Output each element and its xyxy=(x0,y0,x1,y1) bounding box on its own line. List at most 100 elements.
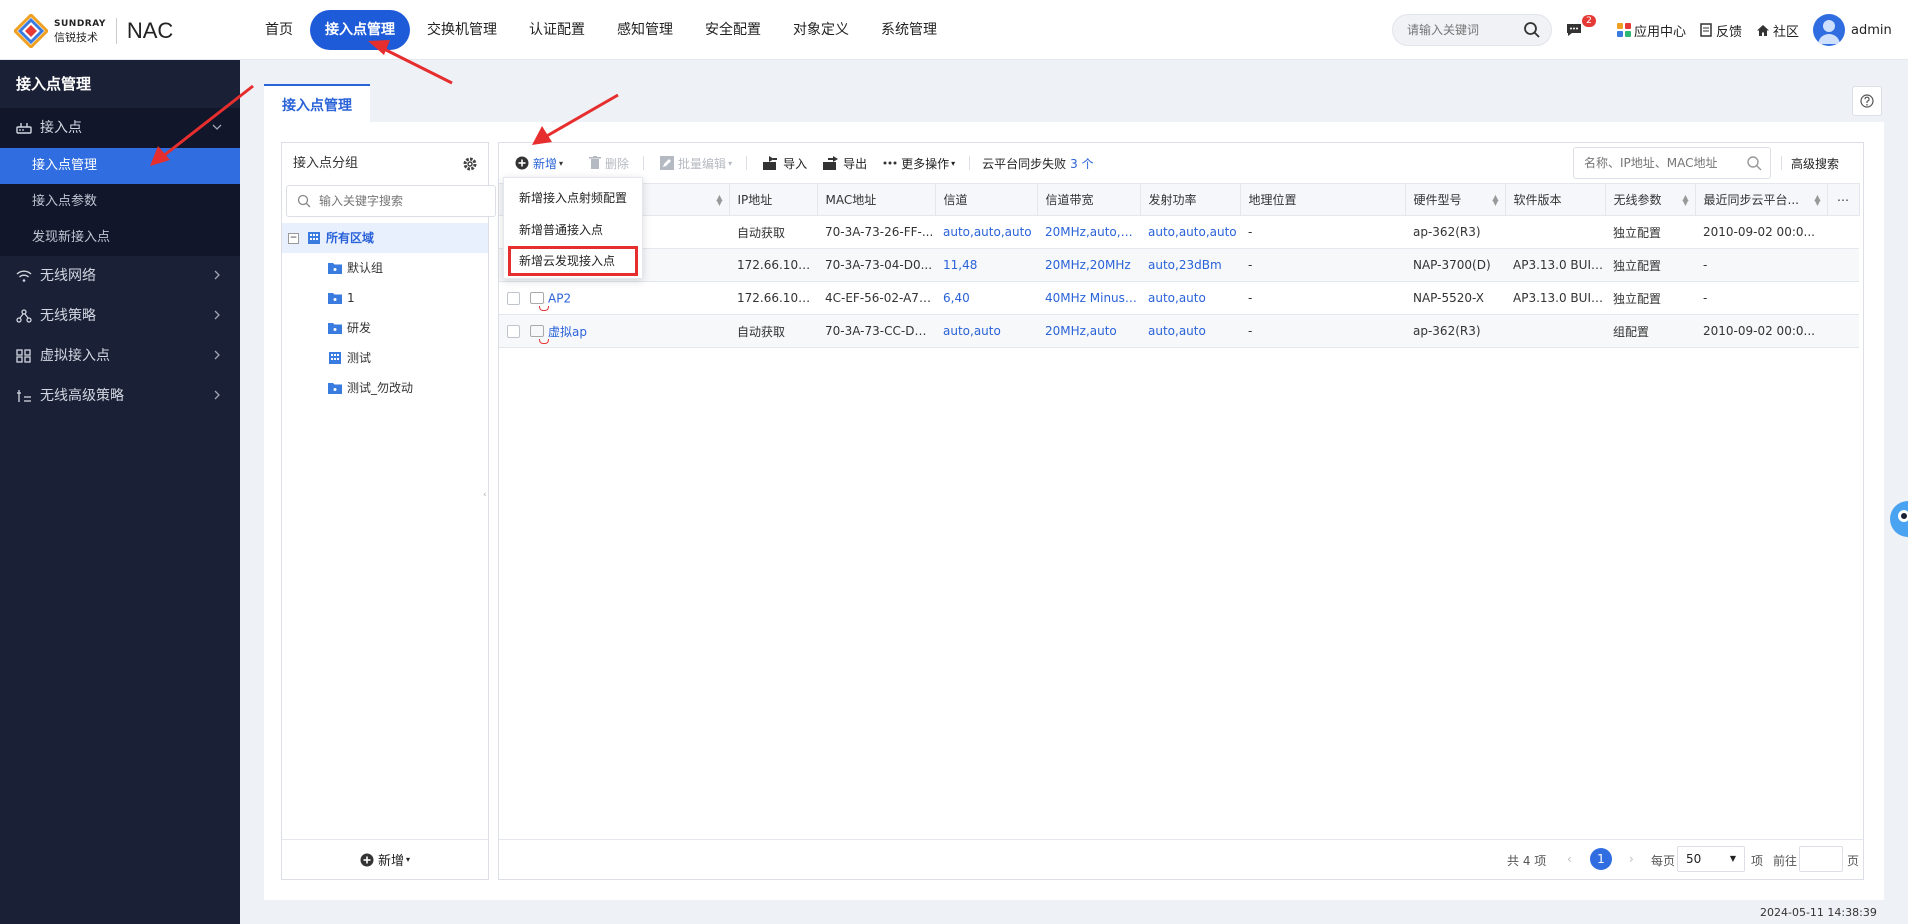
row-checkbox[interactable] xyxy=(507,291,520,305)
global-search-input[interactable] xyxy=(1393,15,1513,45)
feedback-button[interactable]: 反馈 xyxy=(1700,21,1742,40)
cell-hardware: NAP-5520-X xyxy=(1405,281,1505,315)
panel-splitter[interactable]: ‹ xyxy=(483,490,487,500)
app-center-label: 应用中心 xyxy=(1634,24,1687,40)
batch-edit-button[interactable]: 批量编辑 ▾ xyxy=(660,155,732,172)
add-group-button[interactable]: 新增 ▾ xyxy=(282,839,488,879)
sidebar-group-access-point[interactable]: 接入点 xyxy=(0,108,240,148)
group-search-input[interactable] xyxy=(317,186,487,216)
table-row[interactable]: 自动获取 70-3A-73-26-FF-... auto,auto,auto 2… xyxy=(499,215,1859,249)
column-header-mac[interactable]: MAC地址 xyxy=(817,183,936,216)
cell-bandwidth[interactable]: 40MHz Minus,... xyxy=(1037,281,1140,315)
sidebar-item-discover-ap[interactable]: 发现新接入点 xyxy=(0,220,240,256)
tree-node-all-areas[interactable]: − 所有区域 xyxy=(282,223,488,253)
delete-button[interactable]: 删除 xyxy=(589,155,629,172)
column-header-location[interactable]: 地理位置 xyxy=(1240,183,1406,216)
sync-fail-count[interactable]: 3 个 xyxy=(1070,155,1093,172)
advanced-policy-icon xyxy=(17,390,31,402)
table-row[interactable]: AP2 172.66.100.130 4C-EF-56-02-A7-... 6,… xyxy=(499,281,1859,315)
sidebar-group-advanced-policy[interactable]: 无线高级策略 xyxy=(0,376,240,416)
cell-power[interactable]: auto,23dBm xyxy=(1140,248,1240,282)
app-center-button[interactable]: 应用中心 xyxy=(1617,21,1686,40)
cell-channel[interactable]: 6,40 xyxy=(935,281,1037,315)
sidebar-group-wireless-network[interactable]: 无线网络 xyxy=(0,256,240,296)
cell-bandwidth[interactable]: 20MHz,auto,a... xyxy=(1037,215,1140,249)
export-button[interactable]: 导出 xyxy=(823,155,867,172)
assistant-float-icon[interactable] xyxy=(1880,494,1908,544)
user-menu[interactable]: admin xyxy=(1813,14,1892,46)
sort-icon[interactable]: ▲ ▼ xyxy=(1682,194,1688,207)
cell-channel[interactable]: auto,auto,auto xyxy=(935,215,1037,249)
help-button[interactable] xyxy=(1852,86,1882,116)
page-number-current[interactable]: 1 xyxy=(1590,848,1612,870)
nav-switch-management[interactable]: 交换机管理 xyxy=(412,10,512,50)
sort-icon[interactable]: ▲ ▼ xyxy=(1814,194,1820,207)
chevron-right-icon[interactable]: › xyxy=(1629,852,1634,866)
group-search[interactable] xyxy=(286,185,496,217)
goto-page-input[interactable] xyxy=(1799,846,1843,872)
cell-power[interactable]: auto,auto,auto xyxy=(1140,215,1240,249)
nav-object-definition[interactable]: 对象定义 xyxy=(778,10,864,50)
tree-node-rnd[interactable]: 研发 xyxy=(282,313,488,343)
nav-security-config[interactable]: 安全配置 xyxy=(690,10,776,50)
sort-icon[interactable]: ▲ ▼ xyxy=(716,194,722,207)
gear-icon[interactable] xyxy=(462,156,478,172)
community-button[interactable]: 社区 xyxy=(1756,21,1799,40)
tab-ap-management[interactable]: 接入点管理 xyxy=(264,84,370,122)
column-header-power[interactable]: 发射功率 xyxy=(1140,183,1241,216)
column-header-hardware[interactable]: 硬件型号 ▲ ▼ xyxy=(1405,183,1506,216)
cell-bandwidth[interactable]: 20MHz,20MHz xyxy=(1037,248,1140,282)
nav-system-management[interactable]: 系统管理 xyxy=(866,10,952,50)
sidebar-item-ap-management[interactable]: 接入点管理 xyxy=(0,148,240,184)
cell-bandwidth[interactable]: 20MHz,auto xyxy=(1037,314,1140,348)
column-header-channel[interactable]: 信道 xyxy=(935,183,1038,216)
table-search[interactable] xyxy=(1573,147,1771,179)
column-settings-button[interactable]: ⋯ xyxy=(1827,183,1860,216)
menu-item-add-cloud-ap[interactable]: 新增云发现接入点 xyxy=(508,246,638,276)
more-actions-button[interactable]: 更多操作 ▾ xyxy=(883,155,955,172)
page-size-value: 50 xyxy=(1686,852,1702,866)
nav-perception[interactable]: 感知管理 xyxy=(602,10,688,50)
chevron-left-icon[interactable]: ‹ xyxy=(1567,852,1572,866)
nav-home[interactable]: 首页 xyxy=(250,10,308,50)
column-header-wireless[interactable]: 无线参数 ▲ ▼ xyxy=(1605,183,1696,216)
sidebar-group-virtual-ap[interactable]: 虚拟接入点 xyxy=(0,336,240,376)
cell-power[interactable]: auto,auto xyxy=(1140,281,1240,315)
add-button[interactable]: 新增 ▾ xyxy=(515,155,563,172)
sidebar-group-wireless-policy[interactable]: 无线策略 xyxy=(0,296,240,336)
column-header-last-sync[interactable]: 最近同步云平台... ▲ ▼ xyxy=(1695,183,1828,216)
tree-node-test[interactable]: 测试 xyxy=(282,343,488,373)
logo-divider xyxy=(115,18,117,44)
add-label: 新增 xyxy=(533,156,558,171)
column-header-bandwidth[interactable]: 信道带宽 xyxy=(1037,183,1141,216)
search-icon[interactable] xyxy=(1523,21,1541,39)
nav-auth-config[interactable]: 认证配置 xyxy=(514,10,600,50)
tree-node-group-1[interactable]: 1 xyxy=(282,283,488,313)
brand-logo[interactable]: SUNDRAY 信锐技术 NAC xyxy=(14,14,173,48)
collapse-toggle[interactable]: − xyxy=(288,232,299,244)
messages-button[interactable]: 2 xyxy=(1566,15,1596,37)
table-row[interactable]: 172.66.100.125... 70-3A-73-04-D0... 11,4… xyxy=(499,248,1859,282)
nav-ap-management[interactable]: 接入点管理 xyxy=(310,10,410,50)
table-search-input[interactable] xyxy=(1574,148,1734,178)
ap-name-link[interactable]: 虚拟ap xyxy=(548,325,587,339)
cell-channel[interactable]: auto,auto xyxy=(935,314,1037,348)
page-size-select[interactable]: 50 ▼ xyxy=(1677,846,1745,872)
row-checkbox[interactable] xyxy=(507,324,520,338)
ap-name-link[interactable]: AP2 xyxy=(548,291,571,305)
menu-item-add-ap-radio-config[interactable]: 新增接入点射频配置 xyxy=(504,182,642,214)
column-header-ip[interactable]: IP地址 xyxy=(729,183,818,216)
cell-power[interactable]: auto,auto xyxy=(1140,314,1240,348)
tree-node-default-group[interactable]: 默认组 xyxy=(282,253,488,283)
table-row[interactable]: 虚拟ap 自动获取 70-3A-73-CC-DD... auto,auto 20… xyxy=(499,314,1859,348)
global-search[interactable] xyxy=(1392,14,1552,46)
menu-item-add-normal-ap[interactable]: 新增普通接入点 xyxy=(504,214,642,246)
cell-channel[interactable]: 11,48 xyxy=(935,248,1037,282)
column-header-software[interactable]: 软件版本 xyxy=(1505,183,1606,216)
tree-node-test-readonly[interactable]: 测试_勿改动 xyxy=(282,373,488,403)
sort-icon[interactable]: ▲ ▼ xyxy=(1492,194,1498,207)
import-button[interactable]: 导入 xyxy=(763,155,807,172)
sidebar-item-ap-params[interactable]: 接入点参数 xyxy=(0,184,240,220)
advanced-search-button[interactable]: 高级搜索 xyxy=(1791,155,1839,172)
search-icon[interactable] xyxy=(1746,155,1762,171)
